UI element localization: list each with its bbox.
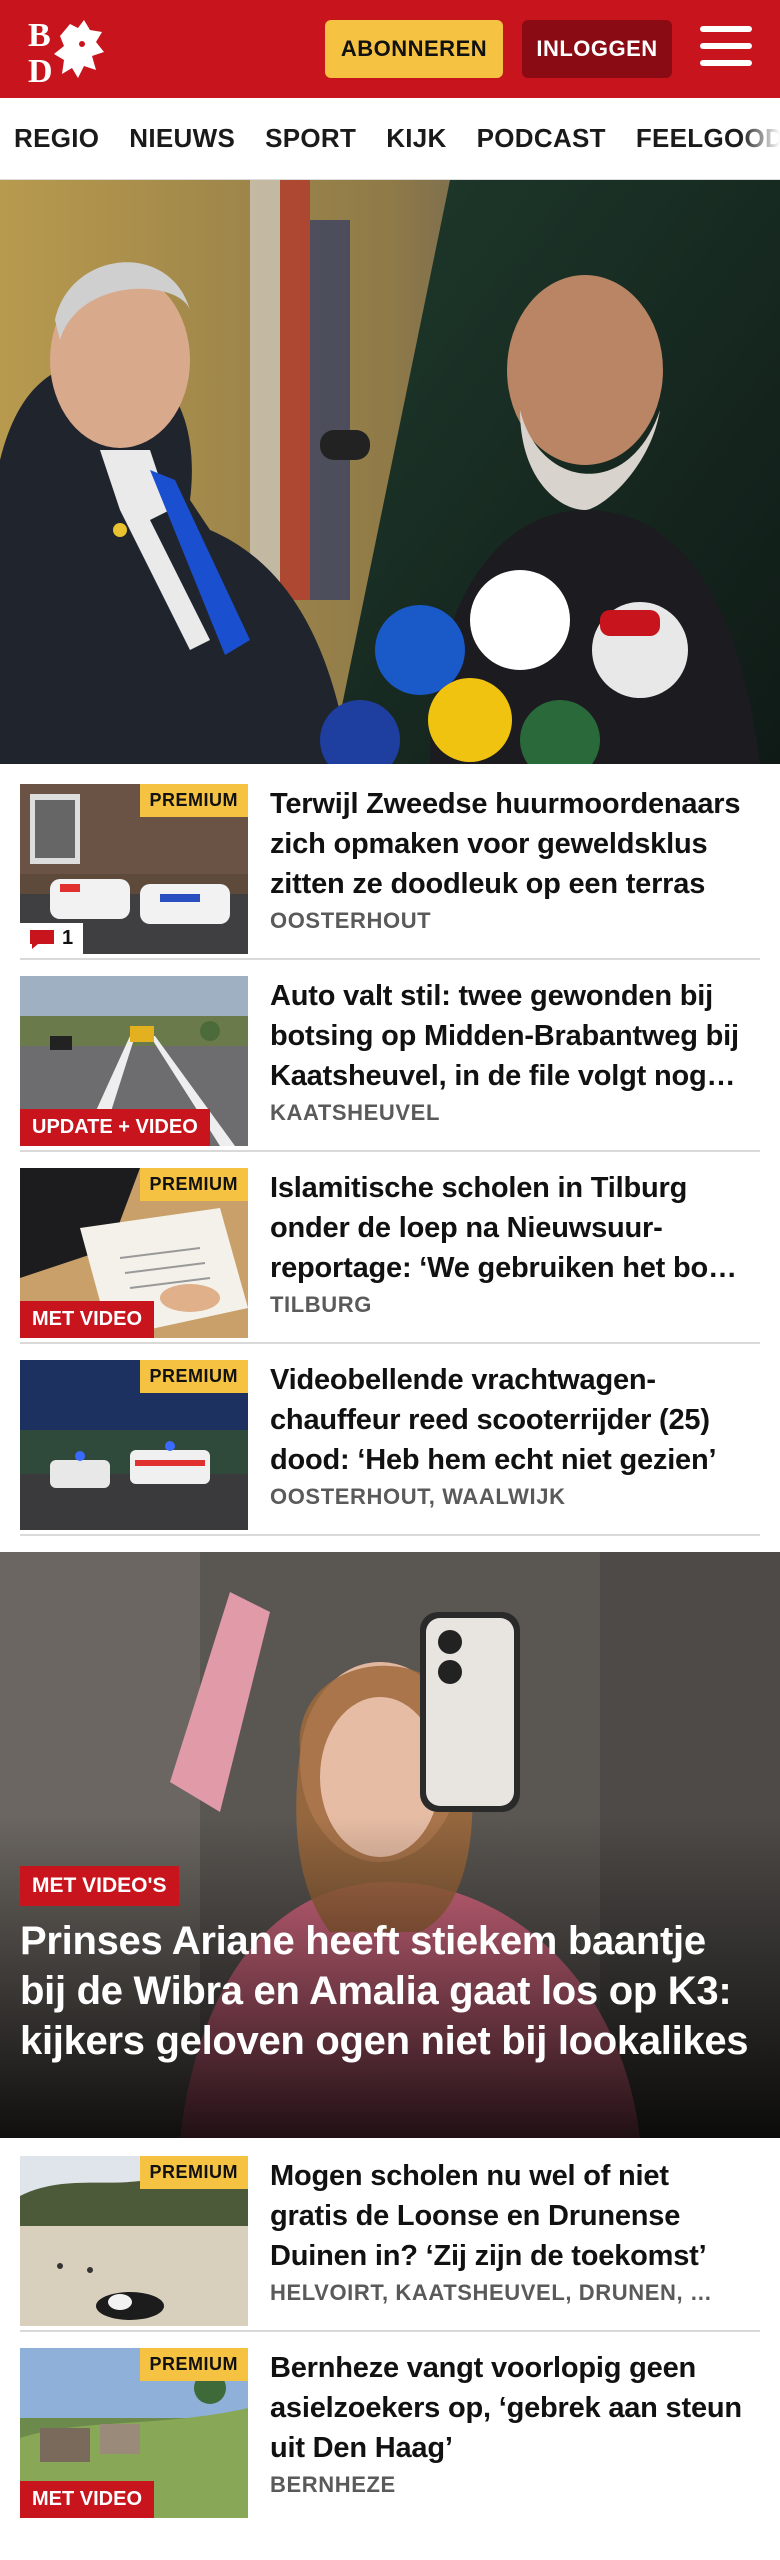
article-title[interactable]: Bernheze vangt voorlopig geen asielzoeke… (270, 2348, 750, 2468)
article-thumbnail: PREMIUM (20, 1360, 248, 1530)
premium-badge: PREMIUM (139, 1360, 248, 1393)
article-title[interactable]: Islamitische scholen in Tilburg onder de… (270, 1168, 750, 1288)
feature-title[interactable]: Prinses Ariane heeft stiekem baantje bij… (20, 1916, 760, 2066)
subscribe-button[interactable]: ABONNEREN (325, 20, 503, 78)
video-tag: MET VIDEO (20, 1301, 155, 1338)
video-tag: MET VIDEO'S (20, 1866, 179, 1906)
nav-item-kijk[interactable]: KIJK (386, 123, 446, 154)
nav-item-regio[interactable]: REGIO (14, 123, 99, 154)
comment-count: 1 (62, 927, 74, 949)
article-location: OOSTERHOUT, WAALWIJK (270, 1484, 566, 1509)
video-tag: UPDATE + VIDEO (20, 1109, 210, 1146)
video-tag: MET VIDEO (20, 2481, 155, 2518)
nav-item-nieuws[interactable]: NIEUWS (129, 123, 235, 154)
nav-item-podcast[interactable]: PODCAST (477, 123, 606, 154)
article-location: BERNHEZE (270, 2472, 396, 2497)
article-thumbnail: PREMIUM 1 (20, 784, 248, 954)
article-title[interactable]: Mogen scholen nu wel of niet gratis de L… (270, 2156, 750, 2276)
article-thumbnail: PREMIUM MET VIDEO (20, 1168, 248, 1338)
article-title[interactable]: Auto valt stil: twee gewonden bij botsin… (270, 976, 750, 1096)
premium-badge: PREMIUM (139, 1168, 248, 1201)
nav-fade (740, 98, 780, 179)
article-row[interactable]: PREMIUM MET VIDEO Islamitische scholen i… (20, 1168, 760, 1344)
article-row[interactable]: PREMIUM Videobellende vrachtwagen­chauff… (20, 1360, 760, 1536)
site-header: B D ABONNEREN INLOGGEN (0, 0, 780, 98)
article-thumbnail: PREMIUM MET VIDEO (20, 2348, 248, 2518)
premium-badge: PREMIUM (139, 2348, 248, 2381)
article-row[interactable]: PREMIUM MET VIDEO Bernheze vangt voorlop… (20, 2348, 760, 2524)
article-row[interactable]: PREMIUM 1 Terwijl Zweedse huurmoorde­naa… (20, 784, 760, 960)
article-location: HELVOIRT, KAATSHEUVEL, DRUNEN, … (270, 2280, 713, 2305)
menu-icon[interactable] (700, 26, 752, 72)
article-row[interactable]: UPDATE + VIDEO Auto valt stil: twee gewo… (20, 976, 760, 1152)
premium-badge: PREMIUM (139, 784, 248, 817)
premium-badge: PREMIUM (139, 2156, 248, 2189)
article-title[interactable]: Videobellende vrachtwagen­chauffeur reed… (270, 1360, 750, 1480)
comment-count-badge[interactable]: 1 (20, 923, 84, 954)
hero-image[interactable] (0, 180, 780, 764)
comment-icon (30, 929, 54, 949)
article-title[interactable]: Terwijl Zweedse huurmoorde­naars zich op… (270, 784, 750, 904)
article-thumbnail: UPDATE + VIDEO (20, 976, 248, 1146)
login-button[interactable]: INLOGGEN (522, 20, 672, 78)
article-location: OOSTERHOUT (270, 908, 432, 933)
svg-text:B: B (28, 17, 51, 54)
feature-article[interactable]: MET VIDEO'S Prinses Ariane heeft stiekem… (0, 1552, 780, 2138)
section-nav: REGIO NIEUWS SPORT KIJK PODCAST FEELGOOD… (0, 98, 780, 180)
nav-item-sport[interactable]: SPORT (265, 123, 356, 154)
svg-text:D: D (28, 53, 53, 86)
article-row[interactable]: PREMIUM Mogen scholen nu wel of niet gra… (20, 2156, 760, 2332)
article-location: KAATSHEUVEL (270, 1100, 440, 1125)
bd-logo[interactable]: B D (26, 14, 116, 86)
article-location: TILBURG (270, 1292, 372, 1317)
article-thumbnail: PREMIUM (20, 2156, 248, 2326)
